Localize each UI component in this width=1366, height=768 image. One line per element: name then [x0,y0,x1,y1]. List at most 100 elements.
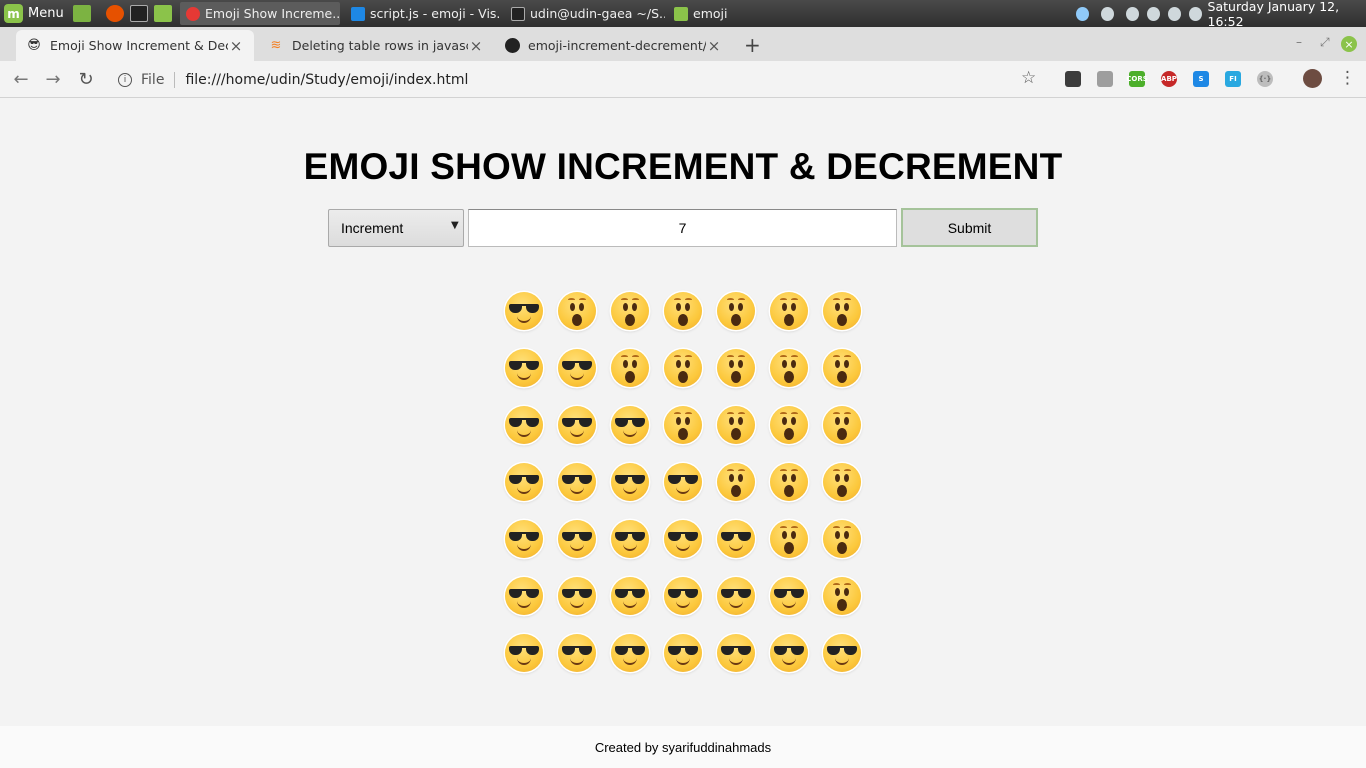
sunglasses-emoji-icon [611,406,649,444]
address-bar[interactable]: i File file:///home/udin/Study/emoji/ind… [108,65,1048,94]
astonished-emoji-icon [717,463,755,501]
emoji-grid [505,292,865,691]
firefox-launcher-icon[interactable] [106,5,124,22]
task-chrome-window[interactable]: Emoji Show Increme... [180,2,340,25]
tab-stackoverflow[interactable]: ≋ Deleting table rows in javascrip × [258,30,494,61]
astonished-emoji-icon [823,577,861,615]
sunglasses-emoji-icon [770,634,808,672]
sunglasses-emoji-icon [558,634,596,672]
sunglasses-emoji-icon [505,292,543,330]
sunglasses-emoji-icon [558,406,596,444]
astonished-emoji-icon [770,463,808,501]
tab-title: Emoji Show Increment & Decre [50,38,228,53]
emoji-row [505,634,865,691]
sunglasses-emoji-icon [505,463,543,501]
close-window-icon[interactable]: × [1341,36,1357,52]
astonished-emoji-icon [770,520,808,558]
emoji-row [505,463,865,520]
sunglasses-emoji-icon [505,349,543,387]
wifi-icon[interactable] [1146,6,1160,21]
layers-extension-icon[interactable] [1097,71,1113,87]
submit-button[interactable]: Submit [901,208,1038,247]
sunglasses-emoji-icon [558,349,596,387]
sunglasses-emoji-icon [505,520,543,558]
bluetooth-icon[interactable] [1100,6,1114,21]
forward-arrow-icon[interactable]: → [42,69,64,90]
count-input[interactable] [468,209,897,247]
back-arrow-icon[interactable]: ← [10,69,32,90]
sunglasses-emoji-icon [717,634,755,672]
sunglasses-emoji-icon [505,634,543,672]
emoji-row [505,520,865,577]
reload-icon[interactable]: ↻ [75,69,97,90]
volume-icon[interactable] [1188,6,1202,21]
sunglasses-emoji-icon [558,520,596,558]
mode-select[interactable]: Increment [328,209,464,247]
user-icon[interactable] [1125,6,1139,21]
minimize-window-icon[interactable]: – [1296,35,1302,49]
shield-icon[interactable] [1076,6,1089,21]
emoji-row [505,406,865,463]
sunglasses-emoji-icon [664,463,702,501]
sunglasses-emoji-icon [611,577,649,615]
palette-extension-icon[interactable] [1065,71,1081,87]
bookmark-star-icon[interactable]: ☆ [1021,68,1036,88]
info-icon[interactable]: i [118,72,132,87]
folder-icon [674,6,688,21]
astonished-emoji-icon [664,349,702,387]
close-tab-icon[interactable]: × [228,37,244,55]
url-scheme-label: File [141,71,176,88]
adblock-extension-icon[interactable]: ABP [1161,71,1177,87]
astonished-emoji-icon [611,349,649,387]
task-files-window[interactable]: emoji [668,2,828,25]
battery-icon[interactable] [1167,6,1181,21]
task-label: Emoji Show Increme... [205,6,340,21]
astonished-emoji-icon [717,406,755,444]
new-tab-button[interactable]: + [744,33,761,57]
browser-toolbar: ← → ↻ i File file:///home/udin/Study/emo… [0,61,1366,98]
emoji-row [505,292,865,349]
s-extension-icon[interactable]: S [1193,71,1209,87]
task-label: udin@udin-gaea ~/S... [530,6,665,21]
json-extension-icon[interactable]: {·} [1257,71,1273,87]
web-page: EMOJI SHOW INCREMENT & DECREMENT Increme… [0,98,1366,726]
emoji-row [505,349,865,406]
cors-extension-icon[interactable]: CORS [1126,71,1148,87]
astonished-emoji-icon [770,406,808,444]
astonished-emoji-icon [664,292,702,330]
close-tab-icon[interactable]: × [468,37,484,55]
close-tab-icon[interactable]: × [706,37,722,55]
tab-github[interactable]: emoji-increment-decrement/pr × [494,30,732,61]
astonished-emoji-icon [717,349,755,387]
fi-extension-icon[interactable]: FI [1225,71,1241,87]
terminal-icon [511,6,525,21]
task-terminal-window[interactable]: udin@udin-gaea ~/S... [505,2,665,25]
stackoverflow-icon: ≋ [270,38,282,53]
tab-emoji-show[interactable]: 😎 Emoji Show Increment & Decre × [16,30,254,61]
profile-avatar[interactable] [1303,69,1322,88]
astonished-emoji-icon [823,349,861,387]
task-vscode-window[interactable]: script.js - emoji - Vis... [345,2,500,25]
astonished-emoji-icon [611,292,649,330]
sunglasses-emoji-icon [823,634,861,672]
astonished-emoji-icon [770,292,808,330]
sunglasses-emoji-icon [505,577,543,615]
sunglasses-emoji-icon [611,520,649,558]
show-desktop-icon[interactable] [73,5,91,22]
start-menu-label: Menu [28,6,64,21]
start-menu-button[interactable]: m Menu [4,0,64,27]
sunglasses-emoji-icon [611,463,649,501]
emoji-row [505,577,865,634]
url-text[interactable]: file:///home/udin/Study/emoji/index.html [185,72,468,88]
astonished-emoji-icon [717,292,755,330]
footer-credit: Created by syarifuddinahmads [594,739,772,755]
maximize-window-icon[interactable]: ⤢ [1320,35,1330,50]
astonished-emoji-icon [823,520,861,558]
sunglasses-emoji-favicon-icon: 😎 [27,38,41,53]
github-icon [504,38,520,54]
terminal-launcher-icon[interactable] [130,5,148,22]
clock[interactable]: Saturday January 12, 16:52 [1208,0,1366,29]
astonished-emoji-icon [558,292,596,330]
files-launcher-icon[interactable] [154,5,172,22]
browser-menu-icon[interactable]: ⋮ [1339,68,1356,88]
